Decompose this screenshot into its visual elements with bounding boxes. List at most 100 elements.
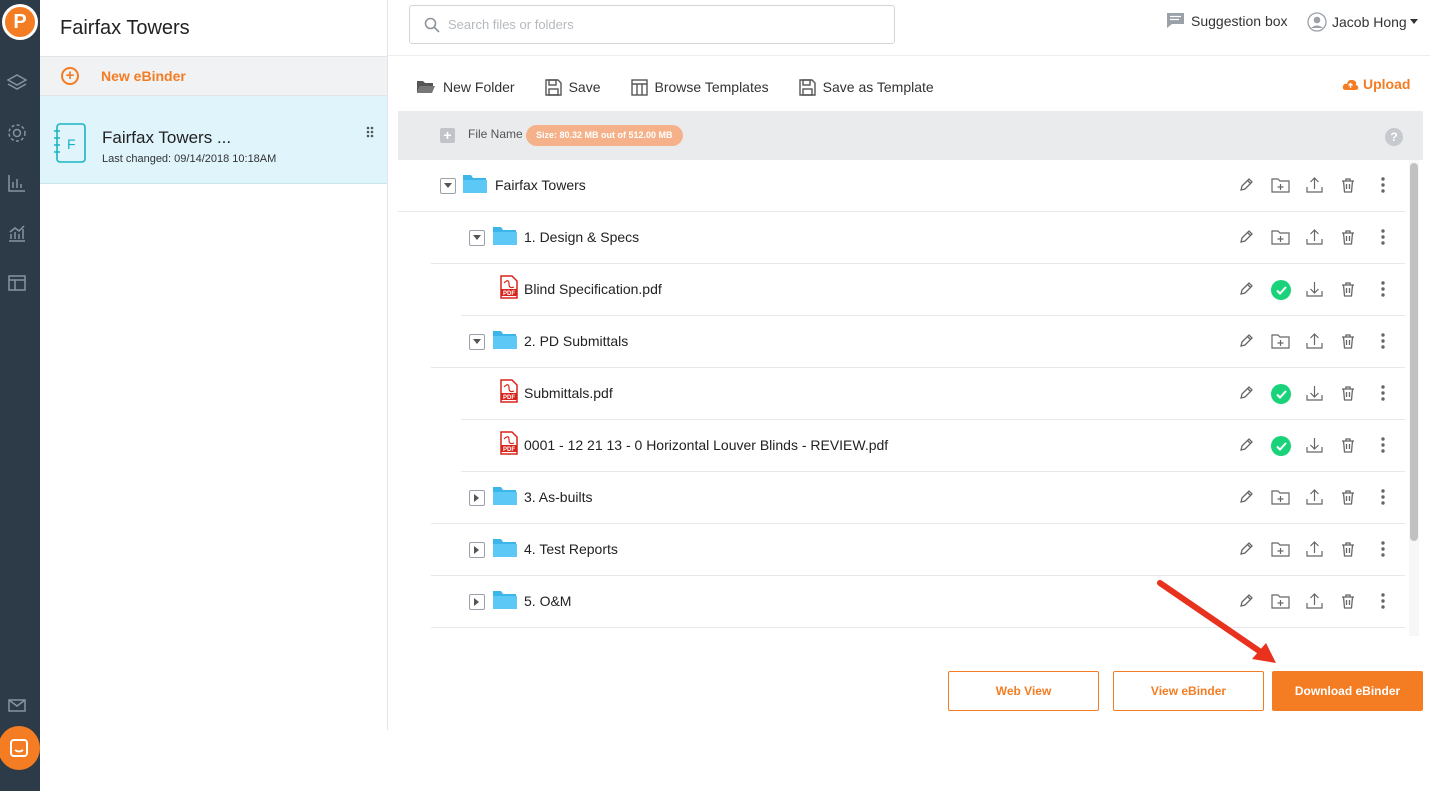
save-as-template-button[interactable]: Save as Template: [798, 78, 934, 96]
user-menu[interactable]: Jacob Hong: [1307, 12, 1418, 32]
folder-name[interactable]: 5. O&M: [524, 593, 571, 609]
approved-check-icon[interactable]: [1271, 280, 1291, 300]
file-name[interactable]: 0001 - 12 21 13 - 0 Horizontal Louver Bl…: [524, 437, 888, 453]
more-options-icon[interactable]: [1373, 331, 1393, 351]
edit-icon[interactable]: [1236, 279, 1256, 299]
gear-icon[interactable]: [6, 122, 28, 144]
web-view-button[interactable]: Web View: [948, 671, 1099, 711]
more-options-icon[interactable]: [1373, 227, 1393, 247]
trash-icon[interactable]: [1338, 227, 1358, 247]
suggestion-box-link[interactable]: Suggestion box: [1166, 12, 1288, 29]
new-ebinder-button[interactable]: + New eBinder: [40, 56, 387, 96]
upload-icon[interactable]: [1304, 487, 1324, 507]
edit-icon[interactable]: [1236, 487, 1256, 507]
edit-icon[interactable]: [1236, 175, 1256, 195]
more-options-icon[interactable]: [1373, 279, 1393, 299]
approved-check-icon[interactable]: [1271, 384, 1291, 404]
view-ebinder-button[interactable]: View eBinder: [1113, 671, 1264, 711]
new-ebinder-label: New eBinder: [101, 68, 186, 84]
save-button[interactable]: Save: [544, 78, 601, 96]
trash-icon[interactable]: [1338, 487, 1358, 507]
folder-name[interactable]: Fairfax Towers: [495, 177, 586, 193]
folder-open-icon: [417, 81, 435, 93]
upload-label: Upload: [1363, 76, 1411, 92]
new-folder-button[interactable]: New Folder: [416, 79, 515, 95]
edit-icon[interactable]: [1236, 383, 1256, 403]
trash-icon[interactable]: [1338, 279, 1358, 299]
more-options-icon[interactable]: [1373, 175, 1393, 195]
expand-toggle-icon[interactable]: [469, 542, 485, 558]
app-logo[interactable]: P: [2, 4, 38, 40]
toolbar: New Folder Save Browse Templates Save as…: [416, 76, 964, 98]
folder-row[interactable]: 3. As-builts: [431, 472, 1405, 524]
collapse-toggle-icon[interactable]: [440, 178, 456, 194]
trash-icon[interactable]: [1338, 435, 1358, 455]
trash-icon[interactable]: [1338, 331, 1358, 351]
add-folder-icon[interactable]: [1270, 487, 1290, 507]
upload-icon[interactable]: [1304, 539, 1324, 559]
binder-name: Fairfax Towers ...: [102, 128, 232, 147]
edit-icon[interactable]: [1236, 539, 1256, 559]
approved-check-icon[interactable]: [1271, 436, 1291, 456]
folder-row[interactable]: 1. Design & Specs: [431, 212, 1405, 264]
folder-name[interactable]: 2. PD Submittals: [524, 333, 628, 349]
add-folder-icon[interactable]: [1270, 539, 1290, 559]
trash-icon[interactable]: [1338, 383, 1358, 403]
upload-icon[interactable]: [1304, 175, 1324, 195]
pdf-icon: PDF: [500, 275, 518, 304]
trash-icon[interactable]: [1338, 591, 1358, 611]
folder-name[interactable]: 1. Design & Specs: [524, 229, 639, 245]
upload-icon[interactable]: [1304, 331, 1324, 351]
pdf-icon: PDF: [500, 431, 518, 460]
file-name[interactable]: Submittals.pdf: [524, 385, 613, 401]
upload-icon[interactable]: [1304, 227, 1324, 247]
chat-icon[interactable]: [0, 726, 40, 770]
binder-icon: F: [54, 123, 86, 163]
file-row[interactable]: PDF Submittals.pdf: [461, 368, 1405, 420]
folder-icon: [492, 485, 518, 512]
edit-icon[interactable]: [1236, 331, 1256, 351]
folder-row[interactable]: Fairfax Towers: [398, 160, 1405, 212]
download-icon[interactable]: [1304, 435, 1324, 455]
add-folder-icon[interactable]: [1270, 175, 1290, 195]
upload-icon[interactable]: [1304, 591, 1324, 611]
expand-toggle-icon[interactable]: [469, 594, 485, 610]
add-folder-icon[interactable]: [1270, 227, 1290, 247]
layers-icon[interactable]: [6, 72, 28, 94]
more-options-icon[interactable]: [1373, 383, 1393, 403]
save-label: Save: [568, 79, 601, 95]
browse-templates-button[interactable]: Browse Templates: [630, 78, 769, 96]
more-options-icon[interactable]: [1373, 539, 1393, 559]
mail-icon[interactable]: [6, 694, 28, 716]
expand-toggle-icon[interactable]: [469, 490, 485, 506]
more-options-icon[interactable]: [1373, 435, 1393, 455]
trash-icon[interactable]: [1338, 539, 1358, 559]
folder-row[interactable]: 4. Test Reports: [431, 524, 1405, 576]
file-row[interactable]: PDF 0001 - 12 21 13 - 0 Horizontal Louver…: [461, 420, 1405, 472]
collapse-toggle-icon[interactable]: [469, 334, 485, 350]
upload-button[interactable]: Upload: [1342, 76, 1410, 92]
more-options-icon[interactable]: [1373, 487, 1393, 507]
search-box[interactable]: [409, 5, 895, 44]
trash-icon[interactable]: [1338, 175, 1358, 195]
add-item-icon[interactable]: +: [440, 128, 455, 143]
file-name-column-header: File Name: [468, 127, 523, 141]
add-folder-icon[interactable]: [1270, 331, 1290, 351]
save-as-template-label: Save as Template: [822, 79, 934, 95]
more-options-icon[interactable]: [1373, 591, 1393, 611]
download-icon[interactable]: [1304, 279, 1324, 299]
download-icon[interactable]: [1304, 383, 1324, 403]
file-name[interactable]: Blind Specification.pdf: [524, 281, 662, 297]
download-ebinder-button[interactable]: Download eBinder: [1272, 671, 1423, 711]
folder-icon: [492, 225, 518, 252]
folder-name[interactable]: 3. As-builts: [524, 489, 592, 505]
search-input[interactable]: [448, 17, 868, 32]
folder-row[interactable]: 2. PD Submittals: [431, 316, 1405, 368]
edit-icon[interactable]: [1236, 435, 1256, 455]
collapse-toggle-icon[interactable]: [469, 230, 485, 246]
help-icon[interactable]: ?: [1385, 128, 1403, 146]
folder-name[interactable]: 4. Test Reports: [524, 541, 618, 557]
file-row[interactable]: PDF Blind Specification.pdf: [461, 264, 1405, 316]
drag-handle-icon[interactable]: [365, 126, 375, 140]
edit-icon[interactable]: [1236, 227, 1256, 247]
